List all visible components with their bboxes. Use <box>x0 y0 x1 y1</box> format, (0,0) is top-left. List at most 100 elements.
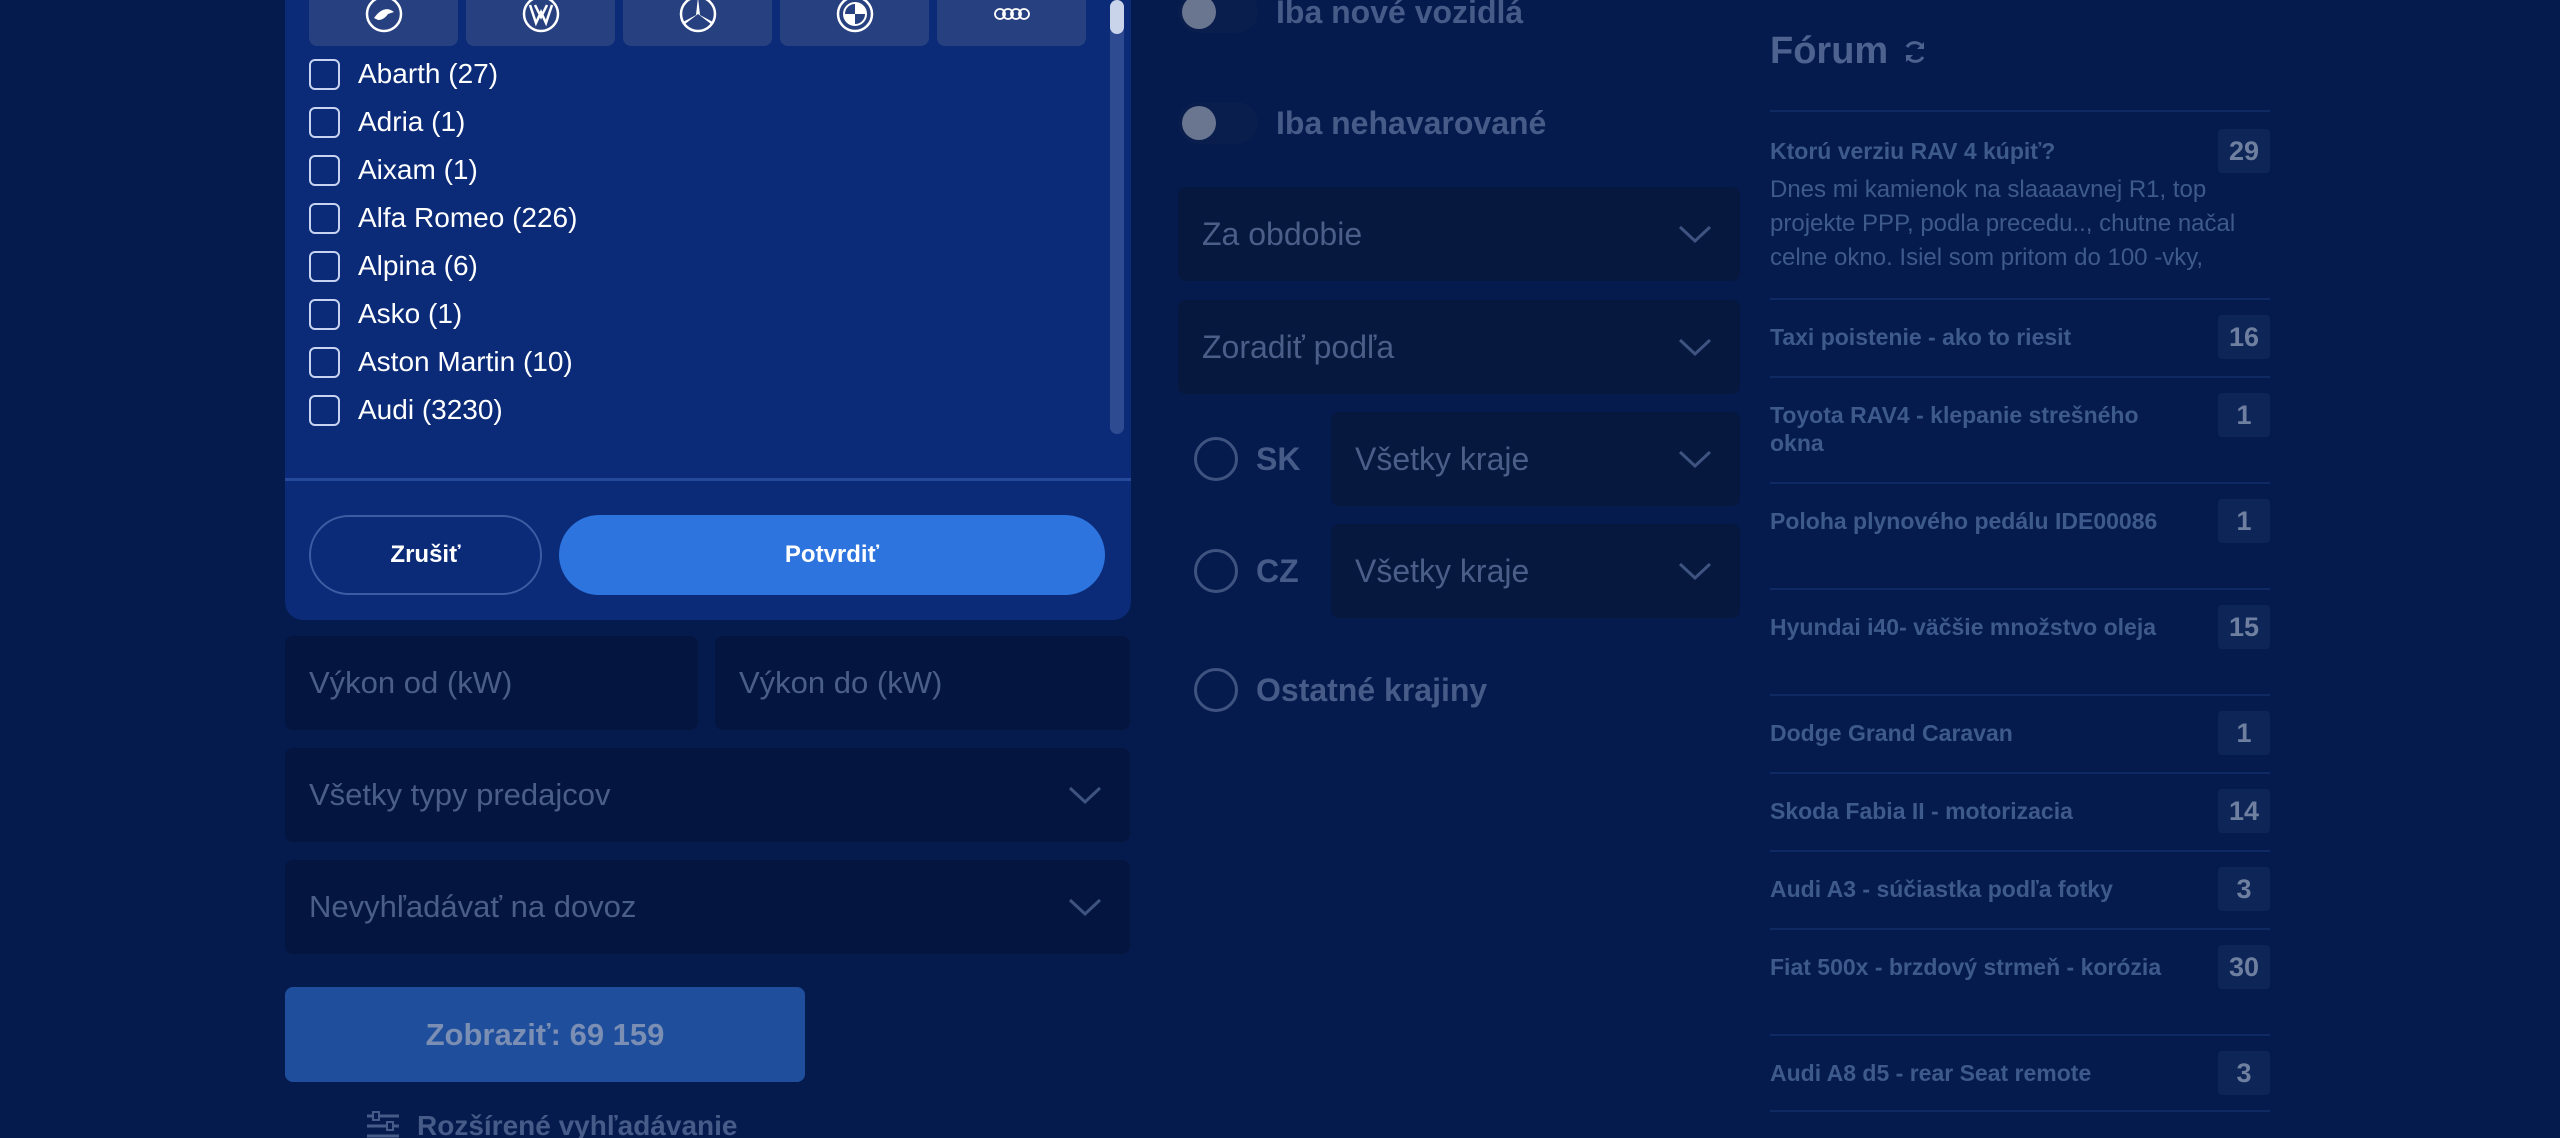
refresh-icon[interactable] <box>1902 39 1928 65</box>
brand-item-alfa-romeo[interactable]: Alfa Romeo (226) <box>309 194 1089 242</box>
brand-item-asko[interactable]: Asko (1) <box>309 290 1089 338</box>
forum-reply-count: 14 <box>2218 789 2270 833</box>
forum-item[interactable]: 1 Poloha plynového pedálu IDE00086 <box>1770 482 2270 588</box>
brand-checkbox[interactable] <box>309 250 340 282</box>
forum-reply-count: 16 <box>2218 315 2270 359</box>
sliders-icon <box>367 1111 399 1138</box>
forum-item[interactable]: 16 Taxi poistenie - ako to riesit <box>1770 298 2270 376</box>
toggle-switch[interactable] <box>1178 102 1258 144</box>
cz-regions-value: Všetky kraje <box>1355 552 1530 589</box>
brand-item-adria[interactable]: Adria (1) <box>309 98 1089 146</box>
forum-item-title[interactable]: Hyundai i40- väčšie množstvo oleja <box>1770 590 2180 641</box>
forum-reply-count: 1 <box>2218 711 2270 755</box>
forum-reply-count: 29 <box>2218 129 2270 173</box>
brand-label: Abarth (27) <box>358 58 499 89</box>
brand-logo-mercedes[interactable] <box>623 0 772 46</box>
radio-label: SK <box>1256 440 1301 477</box>
forum-reply-count: 3 <box>2218 1051 2270 1095</box>
advanced-search-label: Rozšírené vyhľadávanie <box>417 1110 738 1138</box>
period-value: Za obdobie <box>1202 215 1363 252</box>
import-select[interactable]: Nevyhľadávať na dovoz <box>285 860 1130 954</box>
forum-reply-count: 1 <box>2218 499 2270 543</box>
toggle-new-vehicles[interactable]: Iba nové vozidlá <box>1178 0 1523 33</box>
brand-checkbox[interactable] <box>309 106 340 138</box>
brand-checkbox[interactable] <box>309 394 340 426</box>
brand-label: Audi (3230) <box>358 394 503 425</box>
chevron-down-icon <box>1068 898 1102 917</box>
brand-list: Abarth (27) Adria (1) Aixam (1) Alfa Rom… <box>309 50 1089 434</box>
confirm-button[interactable]: Potvrdiť <box>559 515 1105 595</box>
forum-item[interactable]: 14 Skoda Fabia II - motorizacia <box>1770 772 2270 850</box>
show-results-button[interactable]: Zobraziť: 69 159 <box>285 987 805 1082</box>
toggle-switch[interactable] <box>1178 0 1258 33</box>
forum-item[interactable]: 3 Audi A3 - súčiastka podľa fotky <box>1770 850 2270 928</box>
brand-checkbox[interactable] <box>309 298 340 330</box>
brand-item-abarth[interactable]: Abarth (27) <box>309 50 1089 98</box>
toggle-knob <box>1182 106 1216 140</box>
brand-checkbox[interactable] <box>309 58 340 90</box>
brand-list-scroll-thumb[interactable] <box>1110 0 1124 34</box>
forum-reply-count: 1 <box>2218 393 2270 437</box>
toggle-label: Iba nehavarované <box>1276 104 1547 141</box>
brand-checkbox[interactable] <box>309 202 340 234</box>
brand-item-audi[interactable]: Audi (3230) <box>309 386 1089 434</box>
forum-item[interactable]: 1 Toyota RAV4 - klepanie strešného okna <box>1770 376 2270 482</box>
brand-logo-skoda[interactable] <box>309 0 458 46</box>
brand-item-aixam[interactable]: Aixam (1) <box>309 146 1089 194</box>
chevron-down-icon <box>1068 786 1102 805</box>
power-from-input[interactable]: Výkon od (kW) <box>285 636 698 730</box>
forum-item[interactable]: 1 Dodge Grand Caravan <box>1770 694 2270 772</box>
sk-regions-select[interactable]: Všetky kraje <box>1331 412 1740 506</box>
radio-circle[interactable] <box>1194 437 1238 481</box>
forum-item-title[interactable]: Audi A8 d5 - rear Seat remote <box>1770 1036 2180 1087</box>
brand-label: Asko (1) <box>358 298 463 329</box>
brand-checkbox[interactable] <box>309 346 340 378</box>
radio-circle[interactable] <box>1194 549 1238 593</box>
cancel-button[interactable]: Zrušiť <box>309 515 542 595</box>
page: Abarth (27) Adria (1) Aixam (1) Alfa Rom… <box>0 0 2560 1138</box>
radio-other-countries[interactable]: Ostatné krajiny <box>1194 668 1487 712</box>
forum-item-title[interactable]: Taxi poistenie - ako to riesit <box>1770 300 2180 351</box>
forum-reply-count: 15 <box>2218 605 2270 649</box>
brand-logo-bmw[interactable] <box>780 0 929 46</box>
forum-item-title[interactable]: Skoda Fabia II - motorizacia <box>1770 774 2180 825</box>
radio-sk[interactable]: SK <box>1194 437 1300 481</box>
forum-list: 29 Ktorú verziu RAV 4 kúpiť? Dnes mi kam… <box>1770 110 2270 1112</box>
brand-item-aston-martin[interactable]: Aston Martin (10) <box>309 338 1089 386</box>
sort-select[interactable]: Zoradiť podľa <box>1178 300 1740 394</box>
radio-cz[interactable]: CZ <box>1194 549 1299 593</box>
advanced-search-link[interactable]: Rozšírené vyhľadávanie <box>365 1108 737 1138</box>
brand-label: Adria (1) <box>358 106 466 137</box>
cz-regions-select[interactable]: Všetky kraje <box>1331 524 1740 618</box>
seller-type-select[interactable]: Všetky typy predajcov <box>285 748 1130 842</box>
forum-item[interactable]: 30 Fiat 500x - brzdový strmeň - korózia <box>1770 928 2270 1034</box>
forum-item-title[interactable]: Toyota RAV4 - klepanie strešného okna <box>1770 378 2180 457</box>
toggle-undamaged[interactable]: Iba nehavarované <box>1178 102 1546 144</box>
brand-label: Alfa Romeo (226) <box>358 202 578 233</box>
brand-list-scrollbar[interactable] <box>1110 0 1124 434</box>
seller-type-value: Všetky typy predajcov <box>309 777 611 812</box>
period-select[interactable]: Za obdobie <box>1178 187 1740 281</box>
brand-logo-volkswagen[interactable] <box>466 0 615 46</box>
brand-logo-audi[interactable] <box>937 0 1086 46</box>
bmw-logo-icon <box>836 0 873 33</box>
mercedes-logo-icon <box>679 0 716 33</box>
forum-item-title[interactable]: Dodge Grand Caravan <box>1770 696 2180 747</box>
forum-item-title[interactable]: Ktorú verziu RAV 4 kúpiť? <box>1770 112 2180 165</box>
forum-item[interactable]: 29 Ktorú verziu RAV 4 kúpiť? Dnes mi kam… <box>1770 110 2270 298</box>
power-to-input[interactable]: Výkon do (kW) <box>715 636 1130 730</box>
radio-circle[interactable] <box>1194 668 1238 712</box>
forum-item-title[interactable]: Poloha plynového pedálu IDE00086 <box>1770 484 2180 535</box>
forum-title: Fórum <box>1770 30 1889 72</box>
forum-item[interactable]: 3 Audi A8 d5 - rear Seat remote <box>1770 1034 2270 1112</box>
forum-item[interactable]: 15 Hyundai i40- väčšie množstvo oleja <box>1770 588 2270 694</box>
forum-item-title[interactable]: Audi A3 - súčiastka podľa fotky <box>1770 852 2180 903</box>
forum-item-title[interactable]: Fiat 500x - brzdový strmeň - korózia <box>1770 930 2180 981</box>
chevron-down-icon <box>1678 450 1712 469</box>
brand-checkbox[interactable] <box>309 154 340 186</box>
radio-label: Ostatné krajiny <box>1256 671 1488 708</box>
forum-header: Fórum <box>1770 30 1928 73</box>
chevron-down-icon <box>1678 562 1712 581</box>
brand-logo-row <box>309 0 1086 46</box>
brand-item-alpina[interactable]: Alpina (6) <box>309 242 1089 290</box>
